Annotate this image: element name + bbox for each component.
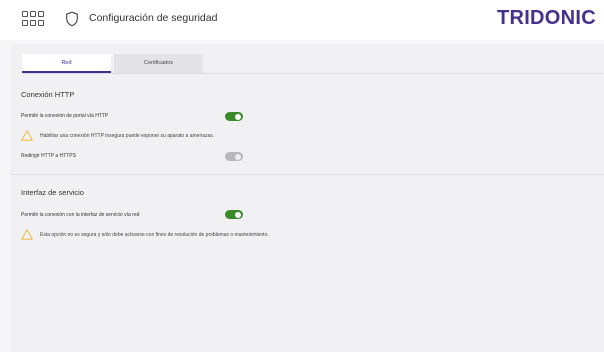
shield-icon [66, 11, 78, 27]
section-divider [10, 174, 604, 175]
page-title: Configuración de seguridad [89, 12, 218, 24]
service-warning-text: Esta opción no es segura y sólo debe act… [40, 232, 269, 238]
http-section-title: Conexión HTTP [21, 90, 75, 99]
allow-http-toggle[interactable] [225, 112, 243, 121]
redirect-https-label: Redirigir HTTP a HTTPS [21, 153, 76, 159]
tab-bar: Red Certificados [22, 54, 602, 74]
service-section-title: Interfaz de servicio [21, 188, 84, 197]
brand-logo: TRIDONIC [496, 7, 596, 29]
toggle-knob [235, 113, 241, 120]
allow-service-label: Permitir la conexión con la interfaz de … [21, 212, 140, 218]
tab-network[interactable]: Red [22, 54, 111, 73]
apps-grid-icon[interactable] [22, 11, 44, 27]
top-bar: Configuración de seguridad TRIDONIC [0, 0, 604, 40]
toggle-knob [235, 211, 241, 218]
redirect-https-toggle[interactable] [225, 152, 243, 161]
toggle-knob [235, 153, 241, 160]
warning-icon [21, 130, 33, 141]
allow-http-label: Permitir la conexión de portal vía HTTP [21, 113, 109, 119]
tab-certificates[interactable]: Certificados [114, 54, 203, 73]
tab-underline-divider [22, 73, 602, 74]
settings-panel: Red Certificados Conexión HTTP Permitir … [10, 44, 604, 352]
allow-service-toggle[interactable] [225, 210, 243, 219]
http-warning-text: Habilitar una conexión HTTP insegura pue… [40, 133, 215, 139]
warning-icon [21, 229, 33, 240]
